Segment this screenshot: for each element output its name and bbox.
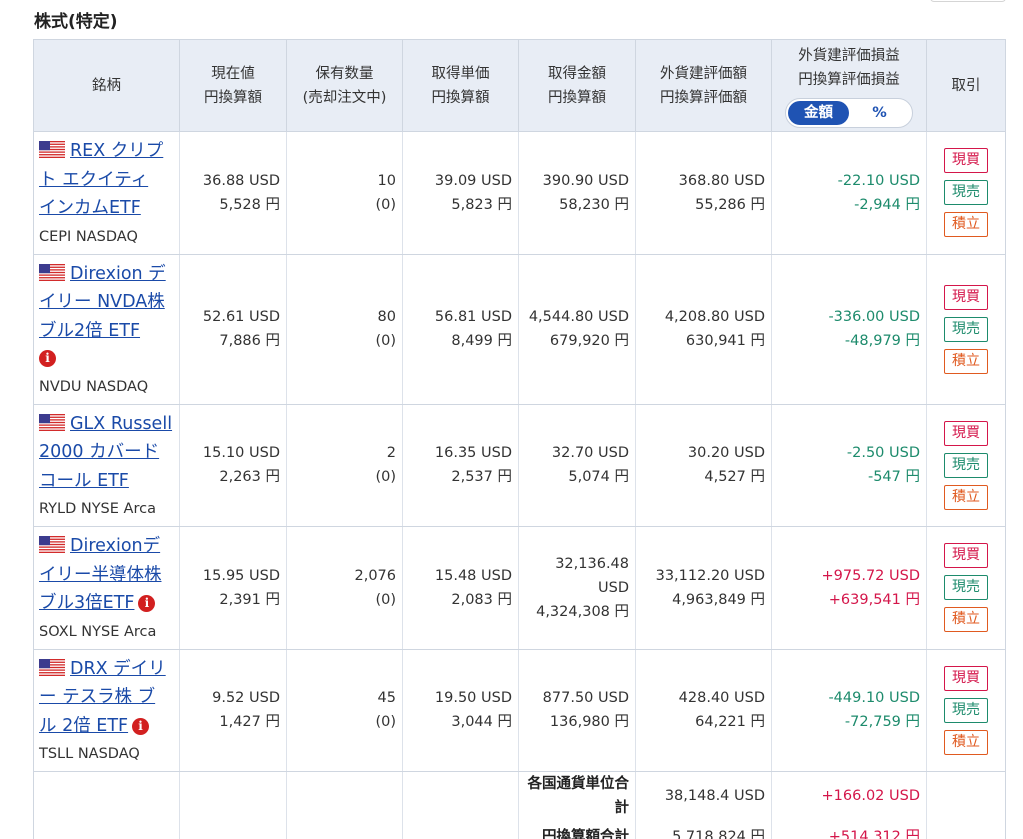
- table-row: GLX Russell 2000 カバード コール ETF RYLD NYSE Arc…: [33, 404, 1006, 527]
- valuation-cell: 33,112.20 USD 4,963,849 円: [635, 526, 772, 650]
- qty-cell: 80 (0): [286, 254, 403, 405]
- trade-cell: 現買 現売 積立: [926, 131, 1006, 255]
- sell-button[interactable]: 現売: [944, 180, 988, 206]
- sell-button[interactable]: 現売: [944, 316, 988, 342]
- qty-cell: 2,076 (0): [286, 526, 403, 650]
- buy-button[interactable]: 現買: [944, 543, 988, 569]
- cost-cell: 877.50 USD 136,980 円: [518, 649, 636, 772]
- pl-cell: +975.72 USD +639,541 円: [771, 526, 927, 650]
- price-cell: 52.61 USD 7,886 円: [179, 254, 287, 405]
- sell-button[interactable]: 現売: [944, 452, 988, 478]
- trade-cell: 現買 現売 積立: [926, 254, 1006, 405]
- trade-cell: 現買 現売 積立: [926, 404, 1006, 527]
- qty-cell: 2 (0): [286, 404, 403, 527]
- header-row: 銘柄 現在値 円換算額 保有数量 (売却注文中) 取得単価 円換算額 取得金額 円換算額…: [33, 39, 1006, 132]
- cost-cell: 32.70 USD 5,074 円: [518, 404, 636, 527]
- us-flag-icon: [39, 263, 65, 281]
- stock-name-cell: Direxion デイリー NVDA株 ブル2倍 ETF i NVDU NASDAQ: [33, 254, 180, 405]
- stock-name-cell: Direxionデ イリー半導体株 ブル3倍ETF i SOXL NYSE Arca: [33, 526, 180, 650]
- unit-cost-cell: 19.50 USD 3,044 円: [402, 649, 519, 772]
- col-header-name: 銘柄: [33, 39, 180, 132]
- accumulate-button[interactable]: 積立: [944, 607, 988, 633]
- pl-cell: -336.00 USD -48,979 円: [771, 254, 927, 405]
- top-right-button[interactable]: [930, 0, 1006, 2]
- cost-cell: 32,136.48 USD 4,324,308 円: [518, 526, 636, 650]
- col-header-cost: 取得金額 円換算額: [518, 39, 636, 132]
- totals-jpy-value: 5,718,824 円: [635, 820, 772, 839]
- accumulate-button[interactable]: 積立: [944, 212, 988, 238]
- toggle-amount-button[interactable]: 金額: [788, 100, 849, 125]
- unit-cost-cell: 15.48 USD 2,083 円: [402, 526, 519, 650]
- totals-currency-pl: +166.02 USD: [771, 771, 927, 820]
- pl-cell: -2.50 USD -547 円: [771, 404, 927, 527]
- col-header-price: 現在値 円換算額: [179, 39, 287, 132]
- col-header-valuation: 外貨建評価額 円換算評価額: [635, 39, 772, 132]
- col-header-qty: 保有数量 (売却注文中): [286, 39, 403, 132]
- qty-cell: 45 (0): [286, 649, 403, 772]
- us-flag-icon: [39, 141, 65, 158]
- totals-currency-value: 38,148.4 USD: [635, 771, 772, 820]
- table-row: Direxionデ イリー半導体株 ブル3倍ETF i SOXL NYSE Arca 15…: [33, 526, 1006, 650]
- stock-name-cell: DRX デイリー テスラ株 ブル 2倍 ETF i TSLL NASDAQ: [33, 649, 180, 772]
- sell-button[interactable]: 現売: [944, 697, 988, 723]
- table-row: Direxion デイリー NVDA株 ブル2倍 ETF i NVDU NASDAQ 5…: [33, 254, 1006, 405]
- price-cell: 9.52 USD 1,427 円: [179, 649, 287, 772]
- trade-cell: 現買 現売 積立: [926, 649, 1006, 772]
- unit-cost-cell: 16.35 USD 2,537 円: [402, 404, 519, 527]
- totals-currency-label: 各国通貨単位合計: [518, 771, 636, 820]
- info-icon[interactable]: i: [39, 350, 56, 367]
- valuation-cell: 368.80 USD 55,286 円: [635, 131, 772, 255]
- totals-row-jpy: 円換算額合計 5,718,824 円 +514,312 円: [33, 820, 1006, 839]
- price-cell: 36.88 USD 5,528 円: [179, 131, 287, 255]
- buy-button[interactable]: 現買: [944, 148, 988, 174]
- ticker-label: SOXL NYSE Arca: [39, 623, 157, 640]
- stock-name-cell: REX クリプト エクイティ インカムETF CEPI NASDAQ: [33, 131, 180, 255]
- table-row: REX クリプト エクイティ インカムETF CEPI NASDAQ 36.88 US…: [33, 131, 1006, 255]
- accumulate-button[interactable]: 積立: [944, 484, 988, 510]
- cost-cell: 390.90 USD 58,230 円: [518, 131, 636, 255]
- valuation-cell: 428.40 USD 64,221 円: [635, 649, 772, 772]
- buy-button[interactable]: 現買: [944, 284, 988, 310]
- info-icon[interactable]: i: [138, 595, 156, 612]
- totals-jpy-pl: +514,312 円: [771, 820, 927, 839]
- ticker-label: NVDU NASDAQ: [39, 378, 149, 395]
- price-cell: 15.10 USD 2,263 円: [179, 404, 287, 527]
- us-flag-icon: [39, 536, 65, 553]
- toggle-percent-button[interactable]: %: [849, 100, 910, 125]
- pl-display-toggle[interactable]: 金額 %: [785, 97, 913, 128]
- unit-cost-cell: 56.81 USD 8,499 円: [402, 254, 519, 405]
- unit-cost-cell: 39.09 USD 5,823 円: [402, 131, 519, 255]
- accumulate-button[interactable]: 積立: [944, 729, 988, 755]
- info-icon[interactable]: i: [132, 717, 150, 735]
- ticker-label: TSLL NASDAQ: [39, 746, 140, 762]
- us-flag-icon: [39, 658, 65, 676]
- totals-row-currency: 各国通貨単位合計 38,148.4 USD +166.02 USD: [33, 771, 1006, 820]
- pl-cell: -22.10 USD -2,944 円: [771, 131, 927, 255]
- buy-button[interactable]: 現買: [944, 665, 988, 691]
- pl-cell: -449.10 USD -72,759 円: [771, 649, 927, 772]
- holdings-table: 銘柄 現在値 円換算額 保有数量 (売却注文中) 取得単価 円換算額 取得金額 円換算額…: [33, 39, 1006, 839]
- us-flag-icon: [39, 413, 65, 431]
- table-row: DRX デイリー テスラ株 ブル 2倍 ETF i TSLL NASDAQ 9.52 …: [33, 649, 1006, 772]
- valuation-cell: 4,208.80 USD 630,941 円: [635, 254, 772, 405]
- price-cell: 15.95 USD 2,391 円: [179, 526, 287, 650]
- cost-cell: 4,544.80 USD 679,920 円: [518, 254, 636, 405]
- sell-button[interactable]: 現売: [944, 575, 988, 601]
- totals-jpy-label: 円換算額合計: [518, 820, 636, 839]
- col-header-trade: 取引: [926, 39, 1006, 132]
- section-title: 株式(特定): [34, 12, 118, 32]
- accumulate-button[interactable]: 積立: [944, 348, 988, 374]
- valuation-cell: 30.20 USD 4,527 円: [635, 404, 772, 527]
- trade-cell: 現買 現売 積立: [926, 526, 1006, 650]
- ticker-label: CEPI NASDAQ: [39, 228, 138, 245]
- buy-button[interactable]: 現買: [944, 420, 988, 446]
- ticker-label: RYLD NYSE Arca: [39, 501, 156, 517]
- qty-cell: 10 (0): [286, 131, 403, 255]
- col-header-pl: 外貨建評価損益 円換算評価損益 金額 %: [771, 39, 927, 132]
- stock-name-cell: GLX Russell 2000 カバード コール ETF RYLD NYSE Arc…: [33, 404, 180, 527]
- col-header-unit-cost: 取得単価 円換算額: [402, 39, 519, 132]
